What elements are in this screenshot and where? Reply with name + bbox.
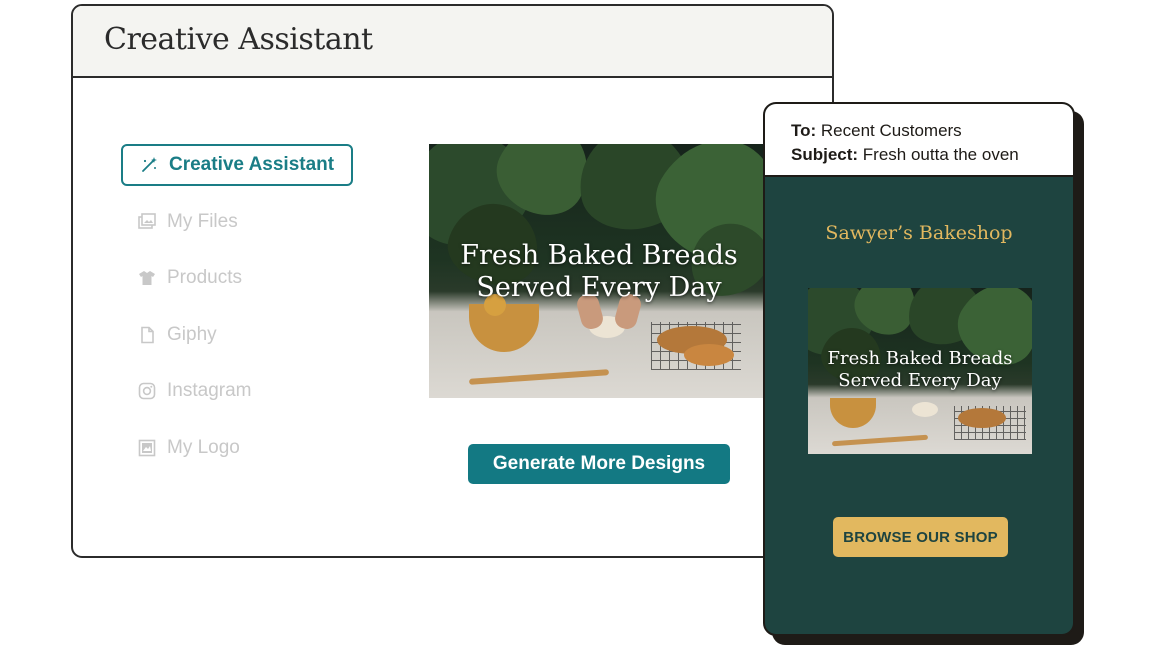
tshirt-icon: [137, 268, 157, 288]
generate-more-designs-button[interactable]: Generate More Designs: [468, 444, 730, 484]
sidebar-item-label: My Files: [167, 211, 238, 232]
hero-headline-line-1: Fresh Baked Breads: [460, 240, 738, 271]
email-subject-line: Subject: Fresh outta the oven: [791, 143, 1073, 167]
sidebar-item-giphy[interactable]: Giphy: [121, 314, 353, 356]
email-subject-label: Subject:: [791, 145, 859, 164]
sidebar-item-label: Products: [167, 267, 242, 288]
design-preview-image[interactable]: Fresh Baked Breads Served Every Day: [429, 144, 769, 398]
hero-headline-line-2: Served Every Day: [476, 272, 722, 303]
sidebar-item-label: Giphy: [167, 324, 217, 345]
email-headline-line-1: Fresh Baked Breads: [827, 348, 1013, 369]
file-icon: [137, 325, 157, 345]
sidebar-item-instagram[interactable]: Instagram: [121, 370, 353, 412]
email-headline-line-2: Served Every Day: [838, 370, 1002, 391]
creative-assistant-window: Creative Assistant Creative Assistant My…: [71, 4, 834, 558]
email-preview: To: Recent Customers Subject: Fresh outt…: [763, 102, 1075, 636]
email-to-label: To:: [791, 121, 817, 140]
images-icon: [137, 212, 157, 232]
window-header: Creative Assistant: [73, 6, 832, 78]
email-to-line: To: Recent Customers: [791, 119, 1073, 143]
sidebar-item-products[interactable]: Products: [121, 257, 353, 299]
email-header: To: Recent Customers Subject: Fresh outt…: [765, 104, 1073, 177]
sidebar-item-label: My Logo: [167, 437, 240, 458]
logo-image-icon: [137, 438, 157, 458]
instagram-icon: [137, 381, 157, 401]
shop-name: Sawyer’s Bakeshop: [825, 222, 1013, 244]
window-title: Creative Assistant: [104, 22, 373, 57]
email-to-value: Recent Customers: [820, 121, 962, 140]
browse-our-shop-button[interactable]: BROWSE OUR SHOP: [833, 517, 1008, 557]
email-subject-value: Fresh outta the oven: [862, 145, 1019, 164]
email-hero-image: Fresh Baked Breads Served Every Day: [808, 288, 1032, 454]
sidebar-item-label: Instagram: [167, 380, 252, 401]
bakery-photo: [429, 144, 769, 398]
sidebar-item-my-files[interactable]: My Files: [121, 201, 353, 243]
sidebar-item-creative-assistant[interactable]: Creative Assistant: [121, 144, 353, 186]
sidebar-item-label: Creative Assistant: [169, 154, 335, 175]
sidebar-item-my-logo[interactable]: My Logo: [121, 427, 353, 469]
magic-wand-icon: [139, 155, 159, 175]
